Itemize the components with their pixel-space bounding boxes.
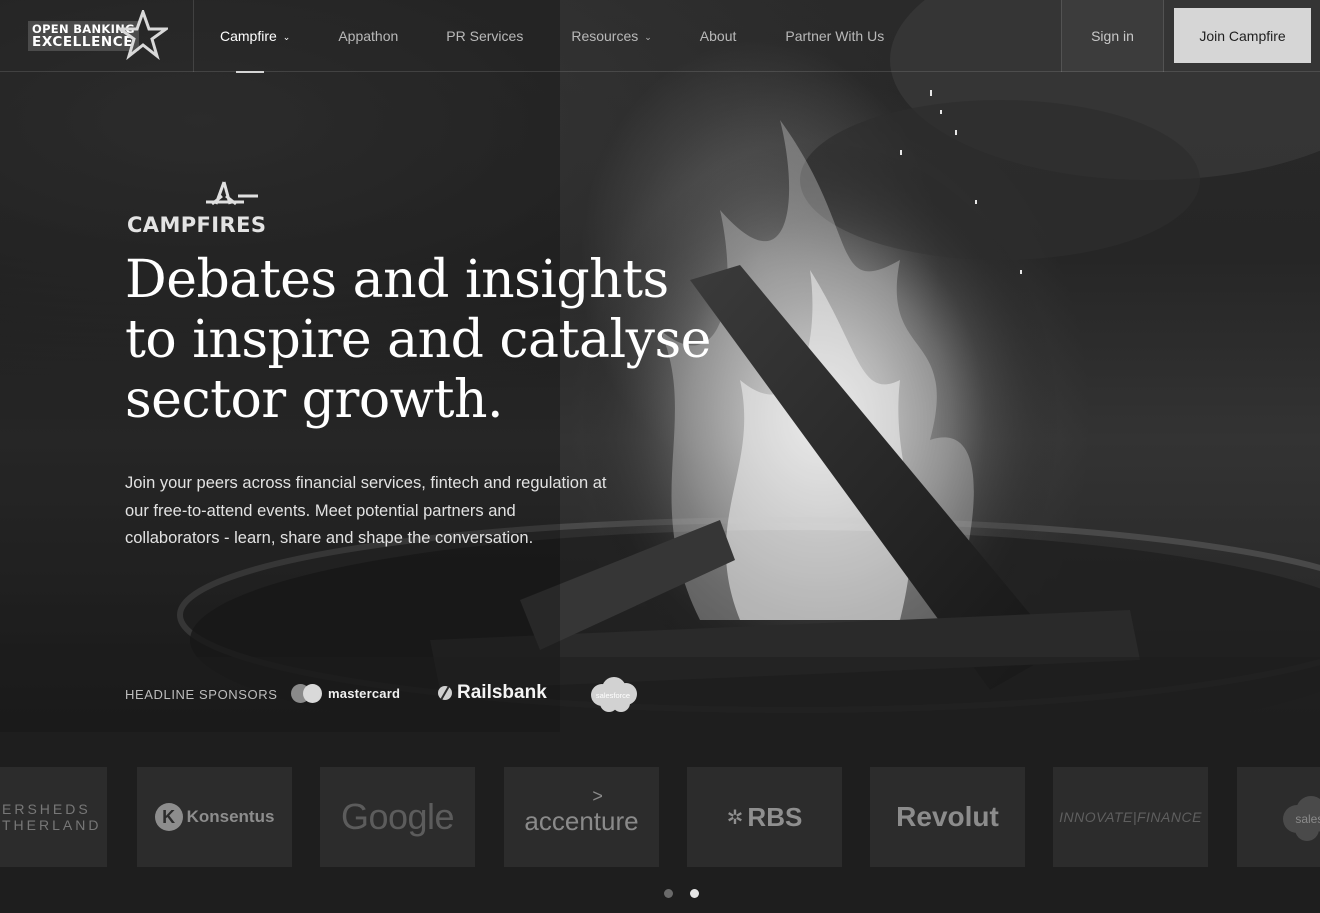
partner-tile-google[interactable]: Google [320, 767, 475, 867]
nav-item-resources[interactable]: Resources ⌄ [571, 0, 651, 72]
partner-name: Konsentus [186, 807, 275, 826]
partners-carousel: ERSHEDS THERLAND K Konsentus Google > ac… [0, 732, 1320, 913]
rbs-daisy-icon: ✲ [726, 806, 744, 829]
brand-logo[interactable]: OPEN BANKING EXCELLENCE [0, 0, 194, 72]
chevron-down-icon: ⌄ [644, 31, 652, 42]
join-campfire-button[interactable]: Join Campfire [1174, 8, 1311, 63]
eversheds-logo: ERSHEDS THERLAND [2, 801, 101, 833]
hero-description: Join your peers across financial service… [125, 470, 645, 553]
google-logo: Google [340, 796, 455, 837]
partner-tile-innovate-finance[interactable]: INNOVATE|FINANCE [1053, 767, 1208, 867]
mastercard-circle-icon [303, 684, 322, 703]
railsbank-icon [438, 686, 452, 700]
nav-item-about[interactable]: About [700, 0, 737, 72]
carousel-pagination [664, 889, 699, 898]
partner-name: accenture [524, 805, 639, 836]
revolut-logo: Revolut [896, 801, 999, 832]
nav-item-partner-with-us[interactable]: Partner With Us [785, 0, 884, 72]
nav-item-label: Resources [571, 28, 639, 44]
nav-item-label: Partner With Us [785, 28, 885, 44]
partner-tile-accenture[interactable]: > accenture [504, 767, 659, 867]
eversheds-line: ERSHEDS [2, 801, 91, 817]
sponsor-name: salesforce [596, 691, 630, 700]
main-menu: Campfire ⌄ Appathon PR Services Resource… [194, 0, 884, 73]
rbs-logo: ✲ RBS [727, 802, 803, 833]
nav-item-appathon[interactable]: Appathon [338, 0, 398, 72]
accenture-logo: > accenture [524, 786, 639, 837]
mastercard-logo[interactable]: mastercard [291, 684, 400, 703]
headline-line: to inspire and catalyse [125, 310, 711, 370]
sponsors-label: HEADLINE SPONSORS [125, 687, 278, 702]
nav-item-label: Appathon [338, 28, 399, 44]
headline-sponsors-bar: HEADLINE SPONSORS mastercard Railsbank s… [0, 657, 1320, 732]
sign-in-link[interactable]: Sign in [1061, 0, 1164, 72]
partner-name: RBS [747, 801, 803, 832]
description-line: collaborators - learn, share and shape t… [125, 529, 534, 547]
railsbank-logo[interactable]: Railsbank [438, 682, 547, 704]
partner-tile-revolut[interactable]: Revolut [870, 767, 1025, 867]
nav-item-label: About [699, 28, 737, 44]
sponsor-name: Railsbank [457, 682, 547, 703]
konsentus-k-icon: K [154, 803, 183, 831]
nav-item-label: PR Services [446, 28, 524, 44]
accenture-chevron-icon: > [592, 785, 603, 806]
top-navigation: OPEN BANKING EXCELLENCE Campfire ⌄ Appat… [0, 0, 1320, 73]
partner-name: salesf [1295, 812, 1320, 826]
partner-tile-salesforce[interactable]: salesf [1237, 767, 1320, 867]
salesforce-cloud-logo[interactable]: salesforce [587, 675, 639, 713]
eversheds-line: THERLAND [2, 817, 102, 833]
innovate-finance-logo: INNOVATE|FINANCE [1059, 809, 1202, 825]
sponsor-name: mastercard [328, 686, 401, 701]
konsentus-logo: K Konsentus [154, 803, 275, 831]
carousel-dot-1[interactable] [664, 889, 673, 898]
active-indicator [236, 71, 264, 73]
campfires-section-logo: CAMPFIRES [127, 213, 267, 237]
nav-item-label: Campfire [220, 28, 277, 44]
headline-line: sector growth. [125, 370, 504, 430]
campfires-star-icon [206, 181, 258, 206]
description-line: Join your peers across financial service… [125, 474, 607, 492]
nav-item-campfire[interactable]: Campfire ⌄ [220, 0, 291, 73]
headline-line: Debates and insights [125, 250, 669, 310]
salesforce-cloud-logo: salesf [1283, 796, 1320, 841]
description-line: our free-to-attend events. Meet potentia… [125, 501, 516, 520]
nav-item-pr-services[interactable]: PR Services [446, 0, 523, 72]
partner-tile-konsentus[interactable]: K Konsentus [137, 767, 292, 867]
carousel-dot-2[interactable] [690, 889, 699, 898]
partner-tile-rbs[interactable]: ✲ RBS [687, 767, 842, 867]
star-icon [118, 10, 168, 60]
hero-headline: Debates and insights to inspire and cata… [125, 250, 725, 430]
chevron-down-icon: ⌄ [282, 31, 291, 42]
partner-tile-eversheds[interactable]: ERSHEDS THERLAND [0, 767, 107, 867]
